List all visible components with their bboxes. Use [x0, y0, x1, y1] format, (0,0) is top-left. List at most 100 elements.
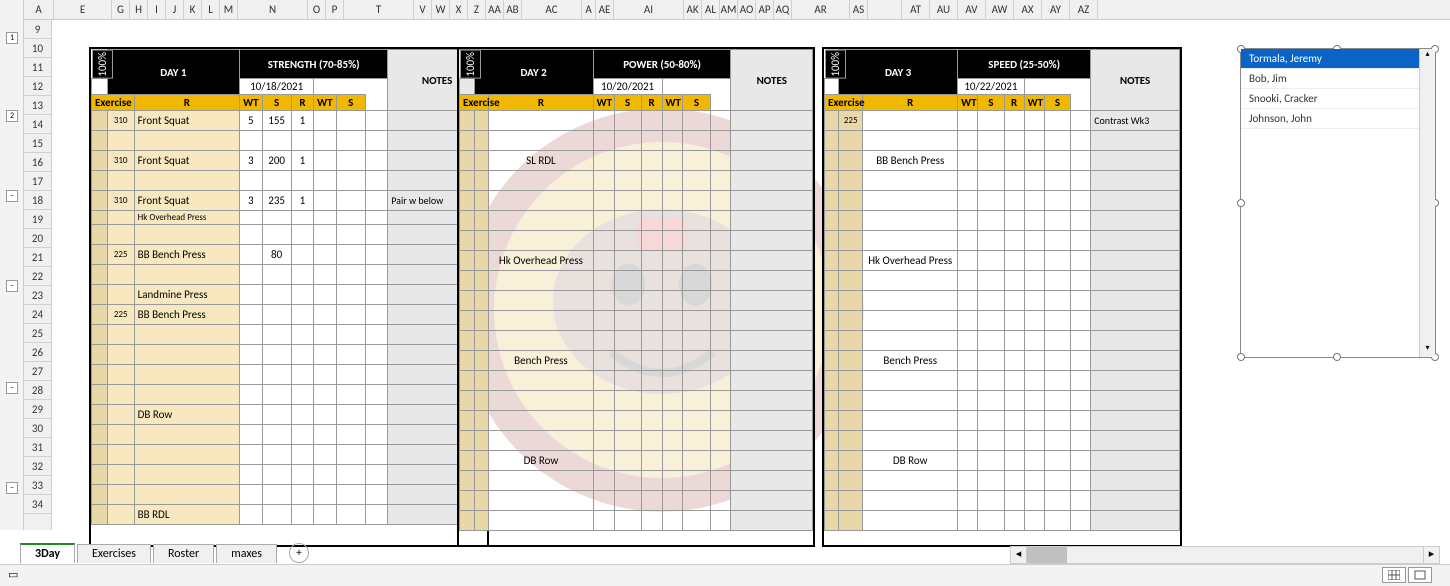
- day1-num[interactable]: 310: [107, 191, 134, 211]
- cell[interactable]: [336, 285, 365, 305]
- col-hdr-P[interactable]: P: [326, 0, 344, 19]
- exercise[interactable]: BB Bench Press: [863, 151, 958, 171]
- day1-exercise[interactable]: DB Row: [134, 405, 239, 425]
- num[interactable]: [839, 451, 863, 471]
- note[interactable]: [731, 351, 813, 371]
- row-hdr-12[interactable]: 12: [24, 77, 51, 96]
- col-hdr-AI[interactable]: AI: [614, 0, 684, 19]
- day1-num[interactable]: [107, 445, 134, 465]
- exercise[interactable]: SL RDL: [489, 151, 593, 171]
- cell[interactable]: [314, 225, 336, 245]
- day1-num[interactable]: [107, 131, 134, 151]
- cell[interactable]: [291, 325, 313, 345]
- note[interactable]: [1091, 331, 1180, 351]
- col-hdr-A[interactable]: A: [582, 0, 596, 19]
- num[interactable]: [474, 251, 489, 271]
- day1-num[interactable]: 310: [107, 111, 134, 131]
- day1-exercise[interactable]: Landmine Press: [134, 285, 239, 305]
- note[interactable]: [1091, 171, 1180, 191]
- cell[interactable]: [291, 505, 313, 525]
- num[interactable]: [839, 431, 863, 451]
- cell[interactable]: [365, 151, 387, 171]
- cell[interactable]: [240, 325, 262, 345]
- col-hdr-AO[interactable]: AO: [738, 0, 756, 19]
- day1-num[interactable]: [107, 465, 134, 485]
- exercise[interactable]: Hk Overhead Press: [863, 251, 958, 271]
- cell[interactable]: 1: [291, 111, 313, 131]
- day1-exercise[interactable]: BB Bench Press: [134, 305, 239, 325]
- day1-num[interactable]: [107, 405, 134, 425]
- cell[interactable]: [365, 305, 387, 325]
- row-hdr-30[interactable]: 30: [24, 419, 51, 438]
- note[interactable]: [1091, 371, 1180, 391]
- scroll-left-btn[interactable]: ◂: [1011, 547, 1027, 563]
- cell[interactable]: [240, 345, 262, 365]
- note[interactable]: Contrast Wk3: [1091, 111, 1180, 131]
- cell[interactable]: [262, 485, 291, 505]
- num[interactable]: [839, 351, 863, 371]
- cell[interactable]: [336, 485, 365, 505]
- note[interactable]: [731, 191, 813, 211]
- day3-date1[interactable]: 10/15/2021: [825, 79, 958, 95]
- note[interactable]: [1091, 311, 1180, 331]
- cell[interactable]: [365, 171, 387, 191]
- note[interactable]: [1091, 511, 1180, 531]
- cell[interactable]: [262, 211, 291, 225]
- exercise[interactable]: [489, 191, 593, 211]
- note[interactable]: [1091, 151, 1180, 171]
- col-hdr-L[interactable]: L: [202, 0, 220, 19]
- outline-btn-1[interactable]: 1: [6, 32, 18, 44]
- num[interactable]: [474, 191, 489, 211]
- note[interactable]: [1091, 271, 1180, 291]
- exercise[interactable]: [489, 491, 593, 511]
- cell[interactable]: 1: [291, 191, 313, 211]
- num[interactable]: [839, 191, 863, 211]
- cell[interactable]: 1: [291, 151, 313, 171]
- col-hdr-N[interactable]: N: [238, 0, 308, 19]
- day1-exercise[interactable]: [134, 325, 239, 345]
- num[interactable]: [839, 231, 863, 251]
- exercise[interactable]: [863, 191, 958, 211]
- cell[interactable]: [291, 245, 313, 265]
- day1-num[interactable]: [107, 385, 134, 405]
- cell[interactable]: [291, 405, 313, 425]
- note[interactable]: [1091, 191, 1180, 211]
- exercise[interactable]: DB Row: [489, 451, 593, 471]
- cell[interactable]: [291, 465, 313, 485]
- col-hdr-E[interactable]: E: [54, 0, 112, 19]
- exercise[interactable]: [863, 111, 958, 131]
- num[interactable]: [474, 271, 489, 291]
- note[interactable]: [731, 211, 813, 231]
- cell[interactable]: [314, 305, 336, 325]
- cell[interactable]: [262, 265, 291, 285]
- col-hdr-AP[interactable]: AP: [756, 0, 774, 19]
- num[interactable]: [839, 471, 863, 491]
- note[interactable]: [1091, 391, 1180, 411]
- num[interactable]: [474, 431, 489, 451]
- cell[interactable]: [262, 405, 291, 425]
- day1-exercise[interactable]: [134, 265, 239, 285]
- cell[interactable]: [336, 171, 365, 191]
- cell[interactable]: [262, 171, 291, 191]
- cell[interactable]: [336, 225, 365, 245]
- day1-exercise[interactable]: [134, 485, 239, 505]
- exercise[interactable]: Bench Press: [863, 351, 958, 371]
- cell[interactable]: [314, 151, 336, 171]
- num[interactable]: [474, 331, 489, 351]
- day1-num[interactable]: [107, 265, 134, 285]
- num[interactable]: [839, 331, 863, 351]
- cell[interactable]: [240, 131, 262, 151]
- num[interactable]: [839, 151, 863, 171]
- slicer-scrollbar[interactable]: ▴ ▾: [1419, 49, 1435, 357]
- exercise[interactable]: [863, 231, 958, 251]
- row-hdr-27[interactable]: 27: [24, 362, 51, 381]
- cell[interactable]: [336, 345, 365, 365]
- row-hdr-16[interactable]: 16: [24, 153, 51, 172]
- num[interactable]: [474, 311, 489, 331]
- num[interactable]: [474, 471, 489, 491]
- col-hdr-AV[interactable]: AV: [958, 0, 986, 19]
- day1-exercise[interactable]: [134, 225, 239, 245]
- col-hdr-J[interactable]: J: [166, 0, 184, 19]
- note[interactable]: [731, 471, 813, 491]
- note[interactable]: [731, 451, 813, 471]
